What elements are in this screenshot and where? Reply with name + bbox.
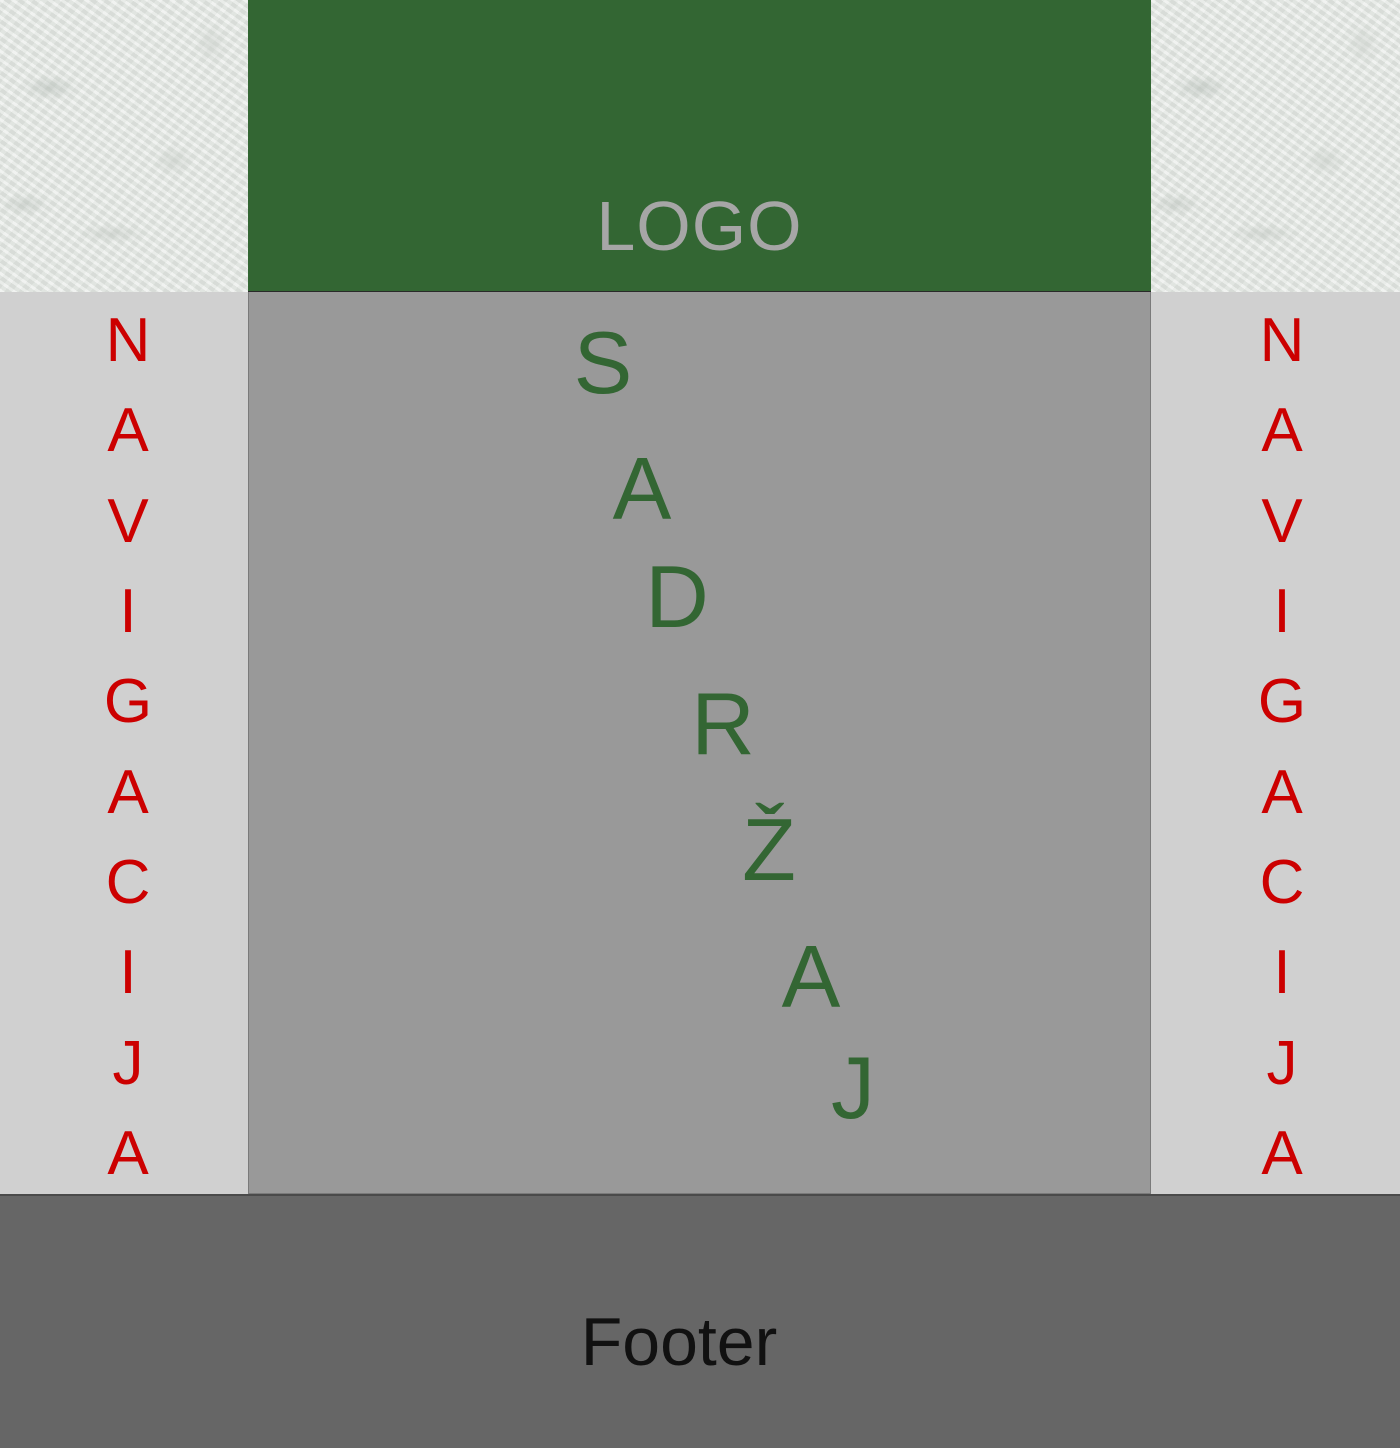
navigation-letter: I bbox=[119, 938, 137, 1007]
content-area: S A D R Ž A J bbox=[248, 292, 1151, 1194]
content-letter: D bbox=[645, 547, 709, 646]
background-texture-left bbox=[0, 0, 248, 292]
content-letter: S bbox=[573, 313, 633, 412]
navigation-letter: A bbox=[107, 758, 149, 827]
navigation-left: N A V I G A C I J A bbox=[0, 292, 248, 1194]
navigation-letter: A bbox=[1261, 1119, 1303, 1188]
footer: Footer bbox=[0, 1194, 1400, 1448]
content-letter: J bbox=[831, 1038, 875, 1137]
navigation-letter: G bbox=[103, 667, 153, 736]
content-letter: Ž bbox=[742, 800, 796, 899]
navigation-letter: A bbox=[1261, 396, 1303, 465]
header: LOGO bbox=[248, 0, 1151, 292]
logo: LOGO bbox=[596, 187, 803, 265]
navigation-letter: N bbox=[1259, 306, 1305, 375]
footer-text: Footer bbox=[580, 1304, 778, 1380]
content-letter: A bbox=[612, 439, 672, 538]
navigation-letter: J bbox=[1266, 1029, 1298, 1098]
navigation-letter: I bbox=[119, 577, 137, 646]
navigation-letter: A bbox=[107, 396, 149, 465]
navigation-letter: C bbox=[105, 848, 151, 917]
navigation-letter: I bbox=[1273, 938, 1291, 1007]
navigation-letter: C bbox=[1259, 848, 1305, 917]
navigation-letter: V bbox=[1261, 487, 1303, 556]
background-texture-right bbox=[1151, 0, 1400, 292]
navigation-right: N A V I G A C I J A bbox=[1151, 292, 1400, 1194]
content-letter: R bbox=[691, 674, 755, 773]
navigation-letter: N bbox=[105, 306, 151, 375]
navigation-letter: A bbox=[107, 1119, 149, 1188]
navigation-letter: G bbox=[1257, 667, 1307, 736]
navigation-letter: I bbox=[1273, 577, 1291, 646]
navigation-letter: J bbox=[112, 1029, 144, 1098]
navigation-letter: V bbox=[107, 487, 149, 556]
content-letter: A bbox=[781, 927, 841, 1026]
navigation-letter: A bbox=[1261, 758, 1303, 827]
